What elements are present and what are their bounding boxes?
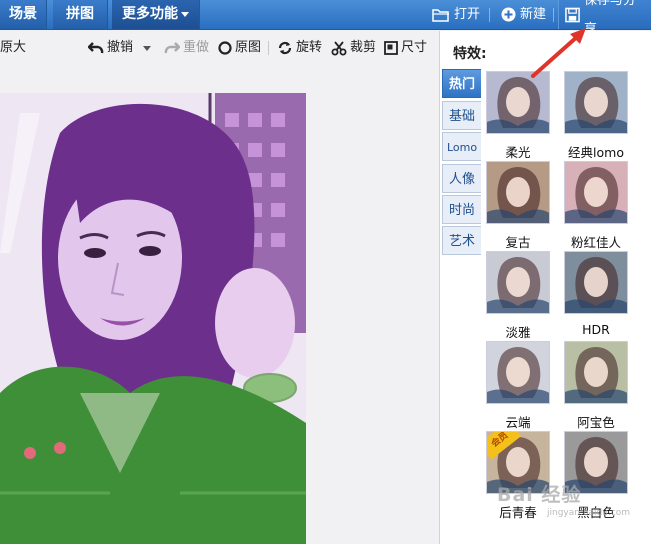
- effect-preview-image: [565, 252, 627, 313]
- effects-panel: 特效: 热门 基础 Lomo 人像 时尚 艺术 柔光 经典lomo 复古 粉红佳人淡雅…: [439, 31, 651, 544]
- tab-portrait-label: 人像: [448, 172, 475, 187]
- original-image-label: 原图: [235, 40, 262, 55]
- effect-thumbnail[interactable]: [486, 161, 550, 224]
- redo-button[interactable]: 重做: [164, 39, 209, 57]
- effect-preview-image: [565, 162, 627, 223]
- editor-canvas[interactable]: [0, 66, 438, 544]
- effect-label: 阿宝色: [577, 415, 615, 430]
- effect-label: 淡雅: [505, 325, 531, 340]
- tab-portrait[interactable]: 人像: [442, 164, 481, 193]
- tab-more-functions-label: 更多功能: [122, 6, 178, 22]
- circle-icon: [218, 41, 232, 55]
- edited-photo[interactable]: [0, 93, 306, 544]
- effect-preview-image: [487, 72, 549, 133]
- tab-scene[interactable]: 场景: [0, 0, 47, 29]
- effect-thumbnail[interactable]: [486, 341, 550, 404]
- effect-label: 经典lomo: [568, 145, 624, 160]
- crop-label: 裁剪: [350, 40, 377, 55]
- effect-thumbnail[interactable]: [564, 251, 628, 314]
- effect-thumbnail[interactable]: [564, 71, 628, 134]
- effect-label: 粉红佳人: [570, 235, 621, 250]
- tab-hot-label: 热门: [448, 77, 475, 92]
- rotate-label: 旋转: [296, 40, 323, 55]
- tab-basic-label: 基础: [448, 109, 475, 124]
- save-and-share-button[interactable]: 保存与分享: [558, 0, 651, 37]
- effect-label: 复古: [505, 235, 531, 250]
- folder-icon: [432, 8, 449, 22]
- undo-icon: [88, 42, 104, 54]
- effect-preview-image: [565, 342, 627, 403]
- save-disk-icon: [565, 7, 580, 22]
- tab-hot[interactable]: 热门: [442, 69, 481, 98]
- effect-preview-image: [487, 162, 549, 223]
- undo-label: 撤销: [107, 40, 134, 55]
- effect-thumbnail[interactable]: [486, 251, 550, 314]
- rotate-button[interactable]: 旋转: [277, 39, 322, 57]
- original-size-button[interactable]: 原大: [0, 39, 26, 57]
- tab-collage[interactable]: 拼图: [53, 0, 108, 29]
- undo-history-dropdown[interactable]: [142, 39, 152, 57]
- size-label: 尺寸: [401, 40, 428, 55]
- effect-preview-image: [565, 72, 627, 133]
- original-image-button[interactable]: 原图: [218, 39, 261, 57]
- top-bar: 场景 拼图 更多功能 打开 新建 保存与分享: [0, 0, 651, 37]
- original-size-label: 原大: [0, 40, 27, 55]
- effect-preview-image: [487, 252, 549, 313]
- separator: [489, 8, 490, 22]
- effect-label: 云端: [505, 415, 531, 430]
- rotate-icon: [278, 41, 292, 55]
- tab-art-label: 艺术: [448, 234, 475, 249]
- tab-collage-label: 拼图: [66, 6, 94, 22]
- watermark: Bai 经验: [497, 484, 582, 506]
- dropdown-triangle-icon: [143, 46, 151, 51]
- resize-icon: [384, 41, 398, 55]
- effect-thumbnail[interactable]: [564, 161, 628, 224]
- scissors-icon: [331, 40, 347, 55]
- effect-label: HDR: [582, 322, 610, 337]
- crop-button[interactable]: 裁剪: [331, 39, 376, 57]
- effect-thumbnail[interactable]: [486, 71, 550, 134]
- chevron-down-icon: [181, 11, 189, 17]
- new-label: 新建: [520, 7, 547, 22]
- separator: [268, 41, 269, 55]
- effect-thumbnail[interactable]: [564, 341, 628, 404]
- watermark-url: jingyan.baidu.com: [547, 508, 631, 518]
- tab-art[interactable]: 艺术: [442, 226, 481, 255]
- new-button[interactable]: 新建: [501, 0, 546, 29]
- tab-more-functions[interactable]: 更多功能: [112, 0, 200, 29]
- effect-label: 柔光: [505, 145, 531, 160]
- size-button[interactable]: 尺寸: [384, 39, 427, 57]
- tab-scene-label: 场景: [9, 6, 37, 22]
- tab-fashion-label: 时尚: [448, 203, 475, 218]
- effect-preview-image: [487, 342, 549, 403]
- tab-fashion[interactable]: 时尚: [442, 195, 481, 224]
- open-label: 打开: [454, 7, 481, 22]
- plus-circle-icon: [501, 7, 516, 22]
- tab-basic[interactable]: 基础: [442, 101, 481, 130]
- undo-button[interactable]: 撤销: [88, 39, 133, 57]
- separator: [553, 8, 554, 22]
- tab-lomo-label: Lomo: [446, 141, 478, 154]
- panel-title: 特效:: [453, 46, 487, 62]
- redo-label: 重做: [183, 40, 210, 55]
- photo-illustration: [0, 93, 306, 544]
- redo-icon: [164, 42, 180, 54]
- tab-lomo[interactable]: Lomo: [442, 132, 481, 161]
- open-button[interactable]: 打开: [432, 0, 480, 29]
- edit-toolbar: 原大 撤销 重做 原图 旋转 裁剪 尺寸: [0, 31, 438, 65]
